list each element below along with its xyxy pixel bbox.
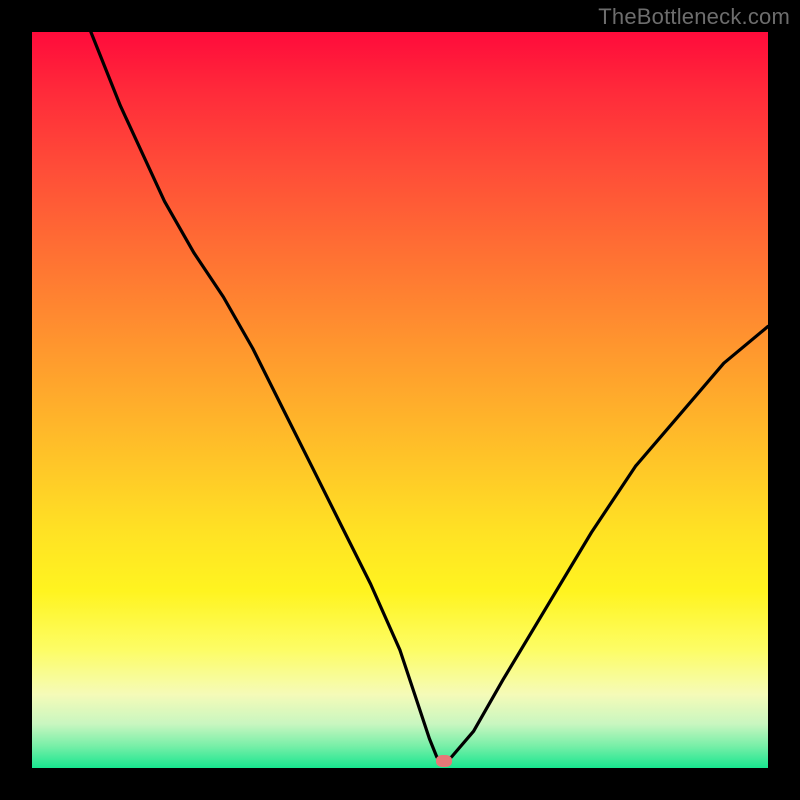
optimum-marker bbox=[436, 755, 452, 767]
chart-frame: TheBottleneck.com bbox=[0, 0, 800, 800]
watermark-text: TheBottleneck.com bbox=[598, 4, 790, 30]
bottleneck-curve bbox=[32, 32, 768, 768]
